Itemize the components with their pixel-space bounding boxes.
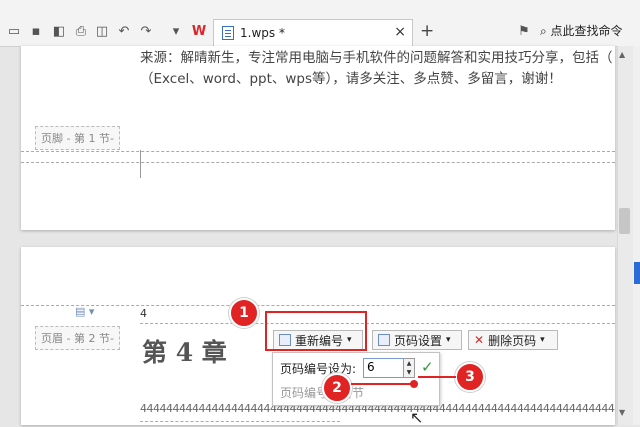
wps-logo-icon: W xyxy=(191,23,207,39)
step-badge-3: 3 xyxy=(455,362,485,392)
page-setup-button[interactable]: 页码设置 ▾ xyxy=(372,330,462,350)
page-setup-arrow-icon: ▾ xyxy=(446,335,451,345)
toolbar: ▭ ▪ ◧ ⎙ ◫ ↶ ↷ ▾ W 1.wps * × + ⚑ ⌕ 点此查找命令 xyxy=(0,0,640,47)
filter-icon[interactable]: ⚑ xyxy=(515,22,533,40)
close-tab-icon[interactable]: × xyxy=(394,24,406,40)
page-setup-label: 页码设置 xyxy=(394,333,443,348)
export-pdf-icon[interactable]: ◧ xyxy=(50,22,68,40)
annotation-line-3 xyxy=(418,376,456,378)
header-divider-2 xyxy=(140,323,615,324)
page-setup-icon xyxy=(378,334,390,346)
highlight-box xyxy=(265,311,367,351)
command-search[interactable]: ⌕ 点此查找命令 xyxy=(540,22,623,39)
step-badge-1: 1 xyxy=(229,298,259,328)
open-folder-icon[interactable]: ▭ xyxy=(5,22,23,40)
paragraph-line-1: 来源：解晴新生，专注常用电脑与手机软件的问题解答和实用技巧分享，包括（ xyxy=(140,50,613,66)
save-icon[interactable]: ▪ xyxy=(27,22,45,40)
undo-icon[interactable]: ↶ xyxy=(115,22,133,40)
delete-icon: ✕ xyxy=(474,333,485,347)
scroll-up-icon[interactable]: ▲ xyxy=(619,50,625,59)
confirm-check-icon[interactable]: ✓ xyxy=(421,358,434,376)
print-icon[interactable]: ⎙ xyxy=(72,22,90,40)
paragraph-line-2: （Excel、word、ppt、wps等），请多关注、多点赞、多留言，谢谢！ xyxy=(140,71,562,87)
footer-divider xyxy=(21,151,615,152)
renumber-popup: 页码编号设为: 6 ▲▼ ✓ 页码编号续前节 xyxy=(272,352,440,406)
print-preview-icon[interactable]: ◫ xyxy=(93,22,111,40)
side-panel-strip xyxy=(633,46,640,425)
page-number-input[interactable]: 6 xyxy=(363,358,405,378)
vertical-scrollbar[interactable] xyxy=(617,46,633,425)
customize-toolbar-icon[interactable]: ▾ xyxy=(167,22,185,40)
footer-section-label: 页脚 - 第 1 节- xyxy=(35,126,120,150)
scroll-down-icon[interactable]: ▼ xyxy=(619,408,625,417)
tab-document[interactable]: 1.wps * × xyxy=(213,19,413,46)
mouse-cursor-icon: ↖ xyxy=(410,408,424,427)
step-badge-2: 2 xyxy=(322,373,352,403)
new-tab-button[interactable]: + xyxy=(420,21,434,41)
scroll-thumb[interactable] xyxy=(619,208,630,234)
margin-mark xyxy=(140,150,141,178)
text-underline xyxy=(140,421,340,422)
search-icon: ⌕ xyxy=(540,24,551,38)
delete-arrow-icon: ▾ xyxy=(540,335,545,345)
annotation-dot-2 xyxy=(410,380,418,388)
delete-page-number-button[interactable]: ✕ 删除页码 ▾ xyxy=(468,330,558,350)
annotation-line-2 xyxy=(351,383,413,385)
page-number-spinner[interactable]: ▲ ▼ xyxy=(403,358,415,378)
search-label: 点此查找命令 xyxy=(550,24,623,38)
header-section-label: 页眉 - 第 2 节- xyxy=(35,326,120,350)
side-panel-toggle[interactable] xyxy=(634,262,640,284)
chapter-title: 第 4 章 xyxy=(142,338,227,367)
header-divider xyxy=(21,305,615,306)
page-options-icon[interactable]: ▤ ▾ xyxy=(75,305,94,318)
delete-page-number-label: 删除页码 xyxy=(488,333,537,348)
header-page-number: 4 xyxy=(140,307,147,320)
document-icon xyxy=(222,26,234,40)
redo-icon[interactable]: ↷ xyxy=(137,22,155,40)
tab-title: 1.wps * xyxy=(240,26,285,40)
footer-divider-2 xyxy=(21,162,615,163)
